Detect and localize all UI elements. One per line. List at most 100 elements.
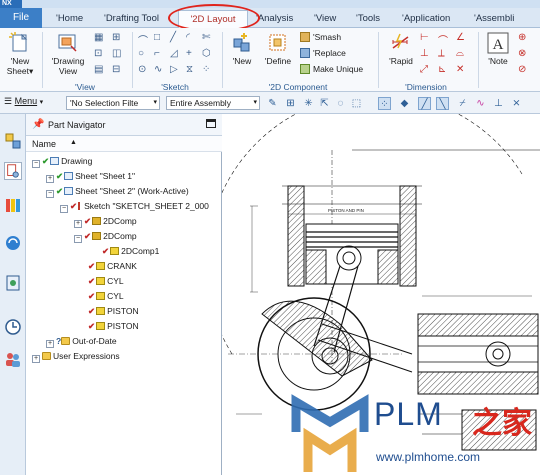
red-check-icon[interactable]: ✔ bbox=[70, 201, 77, 211]
expand-icon[interactable]: + bbox=[32, 355, 40, 363]
feature-control-frame-icon[interactable]: ⊕ bbox=[518, 32, 526, 43]
rapid-dimension-button[interactable]: 'Rapid bbox=[384, 32, 418, 66]
select-all-icon[interactable]: ⊞ bbox=[284, 97, 297, 110]
coordinate-dimension-icon[interactable]: ✕ bbox=[456, 64, 464, 75]
mirror-icon[interactable]: ⧖ bbox=[186, 64, 193, 75]
section-view-icon[interactable]: ⊡ bbox=[94, 48, 102, 59]
linear-dimension-icon[interactable]: ⊢ bbox=[420, 32, 429, 43]
collapse-icon[interactable]: − bbox=[32, 160, 40, 168]
expand-icon[interactable]: + bbox=[74, 220, 82, 228]
polygon-icon[interactable]: ⬡ bbox=[202, 48, 211, 59]
tree-node-sheet-1[interactable]: + ✔ Sheet "Sheet 1" bbox=[46, 169, 135, 184]
tree-node-drawing[interactable]: − ✔ Drawing bbox=[32, 154, 92, 169]
smash-button[interactable]: 'Smash bbox=[300, 32, 341, 42]
tab-home[interactable]: 'Home bbox=[52, 10, 87, 28]
define-button[interactable]: 'Define bbox=[262, 32, 294, 66]
tree-node-2dcomp-b[interactable]: − ✔ 2DComp bbox=[74, 229, 137, 244]
column-name-header[interactable]: Name bbox=[32, 139, 56, 149]
menu-button[interactable]: ☰ Menu ▾ bbox=[4, 96, 43, 107]
assembly-scope-dropdown[interactable]: Entire Assembly ▾ bbox=[166, 96, 260, 110]
navigator-column-header[interactable]: Name ▲ bbox=[26, 136, 222, 152]
selection-filter-dropdown[interactable]: 'No Selection Filte ▾ bbox=[66, 96, 160, 110]
fillet-icon[interactable]: ⌐ bbox=[154, 48, 160, 59]
red-check-icon[interactable]: ✔ bbox=[88, 291, 95, 301]
tab-view[interactable]: 'View bbox=[310, 10, 340, 28]
collapse-icon[interactable]: − bbox=[74, 235, 82, 243]
history-icon[interactable] bbox=[4, 274, 22, 292]
new-sheet-button[interactable]: 'New Sheet▾ bbox=[4, 32, 36, 76]
tab-application[interactable]: 'Application bbox=[398, 10, 454, 28]
deselect-icon[interactable]: ✳ bbox=[302, 97, 315, 110]
new-component-button[interactable]: 'New bbox=[228, 32, 256, 66]
new-sheet-dropdown-arrow[interactable]: ▾ bbox=[29, 66, 33, 76]
rectangle-select-icon[interactable]: ⬚ bbox=[350, 97, 363, 110]
red-check-icon[interactable]: ✔ bbox=[88, 276, 95, 286]
tab-file[interactable]: File bbox=[0, 8, 42, 28]
pattern-icon[interactable]: ⁘ bbox=[202, 64, 210, 75]
chamfer-icon[interactable]: ◿ bbox=[170, 48, 178, 59]
projected-view-icon[interactable]: ⊞ bbox=[112, 32, 120, 43]
tree-node-sheet-2[interactable]: − ✔ Sheet "Sheet 2" (Work-Active) bbox=[46, 184, 189, 199]
select-cursor-icon[interactable]: ⇱ bbox=[318, 97, 331, 110]
red-check-icon[interactable]: ✔ bbox=[102, 246, 109, 256]
expand-icon[interactable]: + bbox=[46, 175, 54, 183]
assembly-navigator-icon[interactable] bbox=[4, 132, 22, 150]
make-unique-button[interactable]: Make Unique bbox=[300, 64, 363, 74]
red-check-icon[interactable]: ✔ bbox=[84, 216, 91, 226]
ellipse-icon[interactable]: ⊙ bbox=[138, 64, 146, 75]
base-view-icon[interactable]: ▦ bbox=[94, 32, 103, 43]
pin-icon[interactable]: 📌 bbox=[32, 119, 44, 130]
tab-tools[interactable]: 'Tools bbox=[352, 10, 384, 28]
reuse-library-icon[interactable] bbox=[4, 196, 22, 214]
roles-icon[interactable] bbox=[4, 350, 22, 368]
tree-node-piston-a[interactable]: ✔ PISTON bbox=[88, 304, 139, 319]
thickness-dimension-icon[interactable]: ⟂ bbox=[438, 48, 445, 59]
point-icon[interactable]: + bbox=[186, 48, 192, 59]
line-icon[interactable]: ╱ bbox=[170, 32, 176, 43]
tree-node-out-of-date[interactable]: +? Out-of-Date bbox=[46, 334, 117, 349]
web-browser-icon[interactable] bbox=[4, 234, 22, 252]
checkmark-icon[interactable]: ✔ bbox=[42, 156, 49, 166]
tree-node-piston-b[interactable]: ✔ PISTON bbox=[88, 319, 139, 334]
perimeter-dimension-icon[interactable]: ⤢ bbox=[420, 64, 428, 75]
red-check-icon[interactable]: ✔ bbox=[88, 261, 95, 271]
collapse-icon[interactable]: − bbox=[46, 190, 54, 198]
circle-icon[interactable]: ○ bbox=[138, 48, 144, 59]
lasso-icon[interactable]: ◌ bbox=[334, 97, 347, 110]
tree-node-crank[interactable]: ✔ CRANK bbox=[88, 259, 137, 274]
red-check-icon[interactable]: ✔ bbox=[88, 321, 95, 331]
tree-node-user-expressions[interactable]: + User Expressions bbox=[32, 349, 120, 364]
drawing-view-button[interactable]: 'Drawing View bbox=[48, 32, 88, 76]
red-check-icon[interactable]: ✔ bbox=[84, 231, 91, 241]
endpoint-snap-icon[interactable]: ◆ bbox=[398, 97, 411, 110]
midpoint-snap-icon[interactable]: ⌿ bbox=[456, 97, 469, 110]
snap-settings-icon[interactable]: ✎ bbox=[266, 97, 279, 110]
part-navigator-icon[interactable] bbox=[4, 162, 22, 180]
spline-icon[interactable]: ∿ bbox=[154, 64, 162, 75]
ordinate-dimension-icon[interactable]: ⊾ bbox=[438, 64, 446, 75]
tree-node-2dcomp1[interactable]: ✔ 2DComp1 bbox=[102, 244, 159, 259]
expand-icon[interactable]: + bbox=[46, 340, 54, 348]
angular-dimension-icon[interactable]: ∠ bbox=[456, 32, 465, 43]
tree-node-2dcomp-a[interactable]: + ✔ 2DComp bbox=[74, 214, 137, 229]
snap-point-icon[interactable]: ⁘ bbox=[378, 97, 391, 110]
note-button[interactable]: A 'Note bbox=[484, 32, 512, 66]
curve-snap-icon[interactable]: ∿ bbox=[474, 97, 487, 110]
tree-node-cyl-a[interactable]: ✔ CYL bbox=[88, 274, 124, 289]
trim-icon[interactable]: ✄ bbox=[202, 32, 210, 43]
tab-drafting-tools[interactable]: 'Drafting Tool bbox=[100, 10, 163, 28]
line-snap-icon[interactable]: ╱ bbox=[418, 97, 431, 110]
profile-icon[interactable]: ⌒ bbox=[138, 32, 148, 47]
radial-dimension-icon[interactable]: ⌒ bbox=[438, 32, 448, 47]
perpendicular-snap-icon[interactable]: ⊥ bbox=[492, 97, 505, 110]
collapse-icon[interactable]: − bbox=[60, 205, 68, 213]
datum-icon[interactable]: ⊗ bbox=[518, 48, 526, 59]
clock-icon[interactable] bbox=[4, 318, 22, 336]
replace-button[interactable]: 'Replace bbox=[300, 48, 346, 58]
checkmark-icon[interactable]: ✔ bbox=[56, 171, 63, 181]
detail-view-icon[interactable]: ◫ bbox=[112, 48, 121, 59]
arc-length-icon[interactable]: ⌓ bbox=[456, 48, 464, 59]
arc-icon[interactable]: ◜ bbox=[186, 32, 190, 43]
red-check-icon[interactable]: ✔ bbox=[88, 306, 95, 316]
chamfer-dimension-icon[interactable]: ⊥ bbox=[420, 48, 429, 59]
